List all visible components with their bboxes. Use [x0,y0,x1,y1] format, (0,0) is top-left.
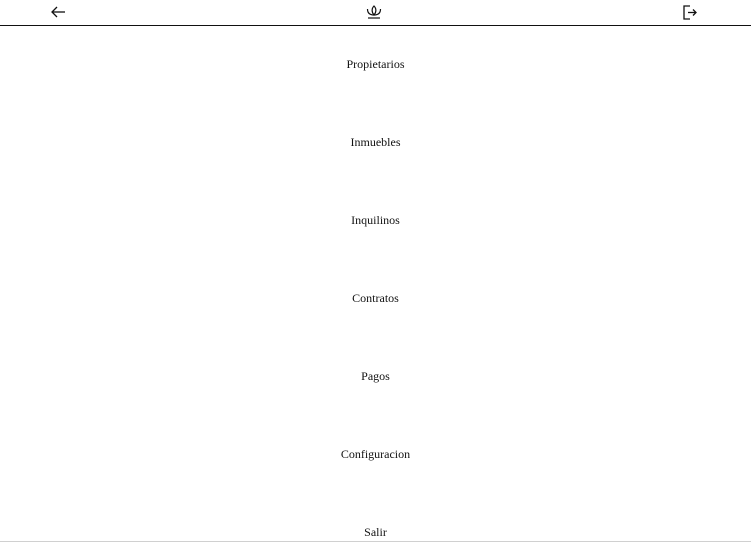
arrow-left-icon [51,6,65,18]
menu-item-label: Propietarios [346,57,405,71]
menu-item-label: Inmuebles [350,135,401,149]
menu-item-pagos[interactable]: Pagos [0,364,751,388]
app-logo [363,2,385,22]
menu-item-label: Inquilinos [351,213,400,227]
back-button[interactable] [47,2,69,22]
menu-item-label: Contratos [352,291,399,305]
menu-item-label: Pagos [361,369,390,383]
menu-item-contratos[interactable]: Contratos [0,286,751,310]
menu-item-propietarios[interactable]: Propietarios [0,52,751,76]
bottom-divider [0,541,751,542]
main-menu: Propietarios Inmuebles Inquilinos Contra… [0,26,751,543]
lotus-logo-icon [366,5,382,19]
menu-item-label: Configuracion [340,447,411,461]
logout-icon [683,5,697,20]
menu-item-inquilinos[interactable]: Inquilinos [0,208,751,232]
top-navigation-bar [0,0,751,26]
logout-button[interactable] [678,2,700,22]
menu-item-label: Salir [364,525,387,539]
menu-item-configuracion[interactable]: Configuracion [0,442,751,466]
menu-item-inmuebles[interactable]: Inmuebles [0,130,751,154]
